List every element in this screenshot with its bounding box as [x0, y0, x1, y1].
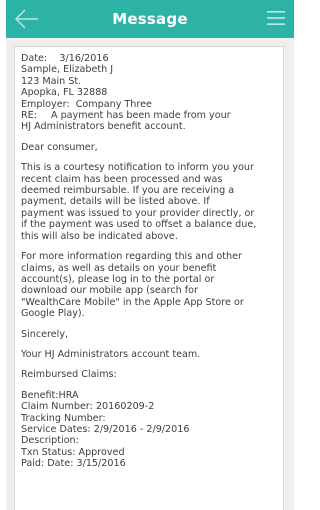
greeting: Dear consumer, — [21, 141, 98, 153]
address-line-2: Apopka, FL 32888 — [21, 87, 108, 99]
paragraph-line: account(s), please log in to the portal … — [21, 273, 215, 285]
reimbursed-heading: Reimbursed Claims: — [21, 369, 117, 381]
paragraph-line: This is a courtesy notification to infor… — [21, 162, 254, 174]
date-line: Date: 3/16/2016 — [21, 53, 277, 64]
re-line: RE: A payment has been made from your — [21, 110, 277, 121]
paragraph-line: this will also be indicated above. — [21, 230, 178, 242]
paragraph-more-info: For more information regarding this and … — [21, 251, 277, 319]
re-line-2: HJ Administrators benefit account. — [21, 121, 186, 133]
claim-paid-date: Paid: Date: 3/15/2016 — [21, 458, 126, 470]
message-screen: Message Date: 3/16/2016 Sample, Elizabet… — [6, 0, 294, 510]
date-value: 3/16/2016 — [59, 53, 109, 64]
employer-label: Employer: — [21, 98, 70, 110]
paragraph-line: recent claim has been processed and was — [21, 173, 223, 185]
menu-button[interactable] — [266, 9, 286, 27]
employer-value: Company Three — [75, 98, 152, 110]
claim-tracking-number: Tracking Number: — [21, 412, 106, 424]
recipient-name: Sample, Elizabeth J — [21, 64, 114, 76]
paragraph-line: payment, details will be listed above. I… — [21, 196, 210, 208]
claim-number: Claim Number: 20160209-2 — [21, 401, 155, 413]
hamburger-menu-icon — [267, 11, 285, 25]
re-value: A payment has been made from your — [50, 110, 231, 122]
closing: Sincerely, — [21, 328, 69, 340]
arrow-left-icon — [15, 9, 38, 29]
claim-benefit: Benefit:HRA — [21, 389, 79, 401]
header-bar: Message — [6, 0, 294, 38]
back-button[interactable] — [14, 7, 40, 31]
date-label: Date: — [21, 53, 48, 64]
paragraph-line: "WealthCare Mobile" in the Apple App Sto… — [21, 296, 244, 308]
paragraph-line: For more information regarding this and … — [21, 251, 242, 263]
paragraph-line: deemed reimbursable. If you are receivin… — [21, 185, 235, 197]
claim-description: Description: — [21, 435, 79, 447]
signature: Your HJ Administrators account team. — [21, 348, 201, 360]
claim-details: Benefit:HRA Claim Number: 20160209-2 Tra… — [21, 390, 277, 470]
claim-service-dates: Service Dates: 2/9/2016 - 2/9/2016 — [21, 423, 190, 435]
paragraph-line: download our mobile app (search for — [21, 285, 198, 297]
claim-txn-status: Txn Status: Approved — [21, 446, 125, 458]
message-body: Date: 3/16/2016 Sample, Elizabeth J 123 … — [14, 46, 284, 510]
paragraph-line: Google Play). — [21, 308, 85, 320]
paragraph-notification: This is a courtesy notification to infor… — [21, 162, 277, 242]
paragraph-line: payment was issued to your provider dire… — [21, 207, 255, 219]
paragraph-line: if the payment was used to offset a bala… — [21, 219, 257, 231]
re-label: RE: — [21, 110, 37, 122]
employer-line: Employer: Company Three — [21, 99, 277, 110]
address-line-1: 123 Main St. — [21, 75, 82, 87]
page-title: Message — [112, 10, 188, 28]
paragraph-line: claims, as well as details on your benef… — [21, 262, 217, 274]
